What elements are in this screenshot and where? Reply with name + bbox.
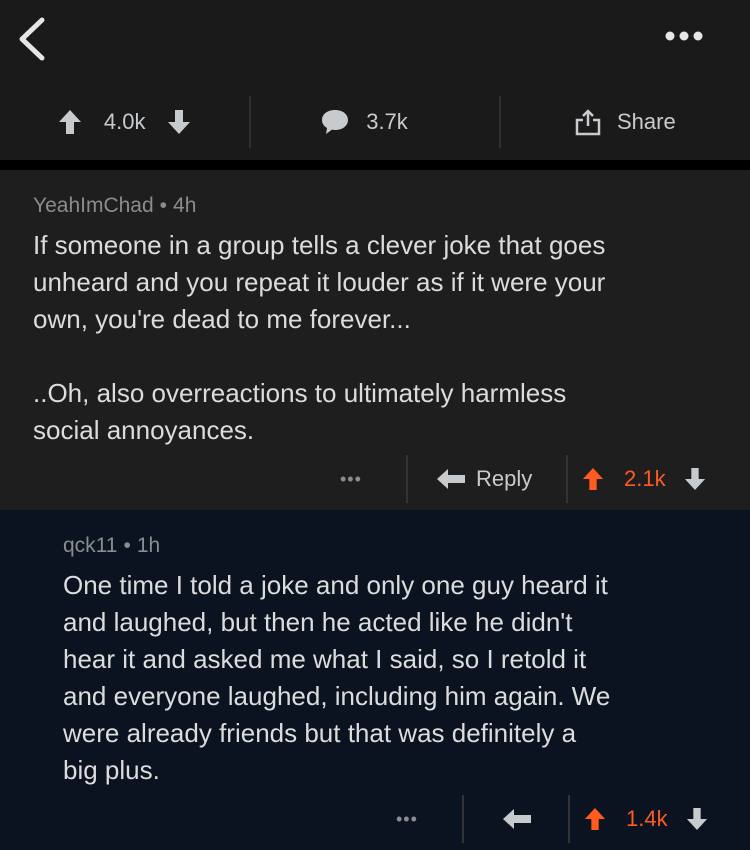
comment-vote-group: 1.4k [584,806,708,832]
top-bar: 4.0k 3.7k Share [0,0,750,160]
chevron-left-icon [19,17,45,61]
divider [566,455,568,503]
more-horizontal-icon [665,31,703,41]
divider [406,455,408,503]
share-label: Share [616,109,676,134]
comment-meta: YeahImChad • 4h [33,194,197,217]
comment-author[interactable]: YeahImChad [33,194,154,217]
comment-reply: qck11 • 1h One time I told a joke and only… [0,510,750,850]
upvote-arrow-icon[interactable] [58,109,82,135]
comment-body: If someone in a group tells a clever jok… [33,230,606,445]
post-vote-group: 4.0k [0,90,249,154]
reply-button[interactable] [502,808,568,830]
comment-meta: qck11 • 1h [63,534,161,557]
downvote-arrow-icon[interactable] [167,109,191,135]
upvote-arrow-icon[interactable] [582,467,604,491]
comment-actions: ••• 1.4k [396,794,708,844]
comment-more-button[interactable]: ••• [396,809,462,830]
section-divider [0,160,750,170]
reply-button[interactable]: Reply [436,466,566,492]
comment: YeahImChad • 4h If someone in a group tell… [0,170,750,510]
comments-button[interactable]: 3.7k [251,90,498,154]
comment-actions: ••• Reply 2.1k [340,454,706,504]
downvote-arrow-icon[interactable] [684,467,706,491]
comment-more-button[interactable]: ••• [340,469,406,490]
share-icon [575,109,601,136]
comment-vote-group: 2.1k [582,466,706,492]
comment-body: One time I told a joke and only one guy … [63,570,611,785]
upvote-arrow-icon[interactable] [584,807,606,831]
reply-label: Reply [476,466,533,491]
back-button[interactable] [14,16,54,62]
share-button[interactable]: Share [501,90,750,154]
comment-age: 1h [136,534,161,557]
divider [462,795,464,843]
post-score: 4.0k [103,109,146,134]
comment-age: 4h [173,194,197,217]
comment-author[interactable]: qck11 [63,534,117,557]
comment-score: 1.4k [626,806,668,831]
comment-score: 2.1k [624,466,666,491]
reply-arrow-icon [437,469,465,489]
divider [568,795,570,843]
comment-bubble-icon [322,110,349,134]
reply-arrow-icon [503,809,531,829]
comment-count: 3.7k [366,109,408,134]
downvote-arrow-icon[interactable] [686,807,708,831]
more-options-button[interactable] [664,24,704,48]
post-actions: 4.0k 3.7k Share [0,90,750,154]
